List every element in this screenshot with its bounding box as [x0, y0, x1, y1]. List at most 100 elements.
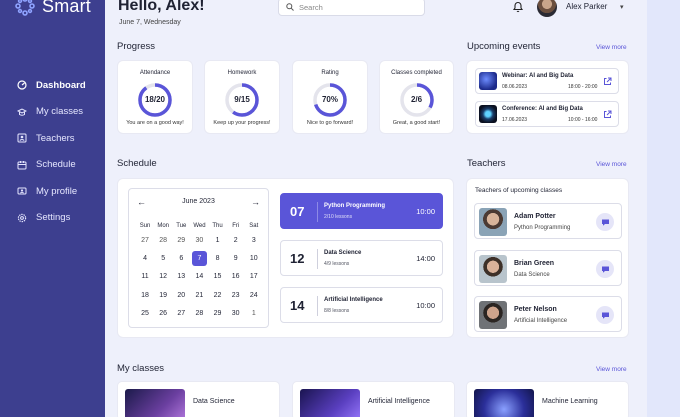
- calendar-day-number: 29: [213, 309, 222, 317]
- calendar-day[interactable]: 5: [154, 249, 172, 267]
- sidebar-item-settings[interactable]: Settings: [0, 205, 105, 232]
- calendar-day[interactable]: 16: [227, 268, 245, 286]
- teachers-icon: [17, 133, 27, 143]
- class-card[interactable]: Artificial Intelligence: [292, 381, 455, 417]
- divider: [317, 202, 318, 222]
- lesson-item[interactable]: 12 Data Science 4/9 lessons 14:00: [280, 240, 443, 276]
- calendar-day[interactable]: 10: [245, 249, 263, 267]
- calendar-day[interactable]: 28: [154, 231, 172, 249]
- calendar-day[interactable]: 25: [136, 304, 154, 322]
- divider: [317, 296, 318, 316]
- logo[interactable]: Smart: [14, 0, 91, 17]
- calendar-day[interactable]: 26: [154, 304, 172, 322]
- sidebar-nav: Dashboard My classes Teachers Schedule M…: [0, 72, 105, 231]
- calendar-day[interactable]: 4: [136, 249, 154, 267]
- calendar-day[interactable]: 12: [154, 268, 172, 286]
- progress-ring: 18/20: [137, 82, 173, 118]
- teacher-item[interactable]: Peter Nelson Artificial Intelligence: [474, 296, 622, 332]
- calendar-day-number: 28: [195, 309, 204, 317]
- avatar[interactable]: [537, 0, 557, 17]
- chat-icon[interactable]: [596, 213, 614, 231]
- classes-view-more-link[interactable]: View more: [596, 366, 627, 373]
- classes-title: My classes: [117, 363, 164, 374]
- calendar-day-number: 1: [251, 309, 256, 317]
- event-time: 10:00 - 16:00: [568, 117, 598, 123]
- calendar-day-number: 6: [179, 254, 184, 262]
- calendar-day-number: 26: [159, 309, 168, 317]
- event-item[interactable]: Webinar: AI and Big Data 08.06.2023 18:0…: [475, 68, 619, 94]
- calendar-day[interactable]: 17: [245, 268, 263, 286]
- calendar-day[interactable]: 24: [245, 286, 263, 304]
- calendar-day[interactable]: 27: [172, 304, 190, 322]
- calendar-day-number: 17: [249, 273, 258, 281]
- event-thumbnail: [479, 105, 497, 123]
- class-card[interactable]: Data Science: [117, 381, 280, 417]
- external-link-icon[interactable]: [603, 110, 612, 119]
- teacher-item[interactable]: Brian Green Data Science: [474, 250, 622, 286]
- calendar-day-selected[interactable]: 7: [190, 249, 208, 267]
- arrow-right-icon[interactable]: →: [251, 197, 260, 207]
- calendar-day[interactable]: 14: [190, 268, 208, 286]
- calendar-day[interactable]: 21: [190, 286, 208, 304]
- sidebar-item-my-profile[interactable]: My profile: [0, 178, 105, 205]
- calendar-day[interactable]: 29: [209, 304, 227, 322]
- event-item[interactable]: Conference: AI and Big Data 17.06.2023 1…: [475, 101, 619, 127]
- calendar-day[interactable]: 18: [136, 286, 154, 304]
- event-title: Webinar: AI and Big Data: [502, 73, 574, 79]
- teachers-view-more-link[interactable]: View more: [596, 161, 627, 168]
- teacher-item[interactable]: Adam Potter Python Programming: [474, 203, 622, 239]
- calendar-day[interactable]: 9: [227, 249, 245, 267]
- chat-icon[interactable]: [596, 306, 614, 324]
- calendar-day[interactable]: 30: [227, 304, 245, 322]
- chat-icon[interactable]: [596, 260, 614, 278]
- calendar-month: June 2023: [182, 198, 215, 205]
- events-card: Webinar: AI and Big Data 08.06.2023 18:0…: [466, 60, 629, 134]
- calendar-day[interactable]: 8: [209, 249, 227, 267]
- sidebar-item-teachers[interactable]: Teachers: [0, 125, 105, 152]
- calendar-weekday: Sat: [249, 222, 259, 229]
- lesson-time: 10:00: [416, 301, 435, 310]
- search-input[interactable]: [299, 2, 409, 12]
- sidebar-item-dashboard[interactable]: Dashboard: [0, 72, 105, 99]
- calendar-day[interactable]: 6: [172, 249, 190, 267]
- calendar-day-number: 30: [195, 236, 204, 244]
- class-card[interactable]: Machine Learning: [466, 381, 629, 417]
- right-edge-panel: [647, 0, 680, 417]
- search-box[interactable]: [278, 0, 425, 16]
- calendar-day[interactable]: 11: [136, 268, 154, 286]
- lesson-count: 4/9 lessons: [324, 261, 350, 267]
- calendar-day[interactable]: 23: [227, 286, 245, 304]
- calendar-day[interactable]: 3: [245, 231, 263, 249]
- calendar-day[interactable]: 22: [209, 286, 227, 304]
- stat-title: Classes completed: [391, 70, 442, 76]
- sidebar-item-my-classes[interactable]: My classes: [0, 99, 105, 126]
- chevron-down-icon[interactable]: ▾: [620, 3, 624, 11]
- teacher-photo: [479, 208, 507, 236]
- calendar-day[interactable]: 1: [245, 304, 263, 322]
- calendar-day[interactable]: 30: [190, 231, 208, 249]
- lesson-item[interactable]: 14 Artificial Intelligence 8/8 lessons 1…: [280, 287, 443, 323]
- calendar-day[interactable]: 15: [209, 268, 227, 286]
- teacher-subject: Artificial Intelligence: [514, 318, 568, 324]
- calendar-day[interactable]: 28: [190, 304, 208, 322]
- lesson-name: Artificial Intelligence: [324, 297, 383, 303]
- calendar-day-number: 19: [159, 291, 168, 299]
- teachers-title: Teachers: [467, 158, 506, 169]
- user-name[interactable]: Alex Parker: [566, 2, 607, 11]
- bell-icon[interactable]: [512, 0, 524, 13]
- events-view-more-link[interactable]: View more: [596, 44, 627, 51]
- lesson-item[interactable]: 07 Python Programming 2/10 lessons 10:00: [280, 193, 443, 229]
- external-link-icon[interactable]: [603, 77, 612, 86]
- calendar-day[interactable]: 13: [172, 268, 190, 286]
- calendar-day[interactable]: 19: [154, 286, 172, 304]
- sidebar-item-schedule[interactable]: Schedule: [0, 152, 105, 179]
- calendar-day[interactable]: 29: [172, 231, 190, 249]
- lesson-day: 07: [290, 204, 305, 219]
- calendar-day[interactable]: 2: [227, 231, 245, 249]
- calendar-day-number: 21: [195, 291, 204, 299]
- calendar-header: ← June 2023 →: [129, 197, 268, 207]
- calendar-day[interactable]: 27: [136, 231, 154, 249]
- calendar-day[interactable]: 20: [172, 286, 190, 304]
- teacher-name: Adam Potter: [514, 213, 556, 220]
- calendar-day[interactable]: 1: [209, 231, 227, 249]
